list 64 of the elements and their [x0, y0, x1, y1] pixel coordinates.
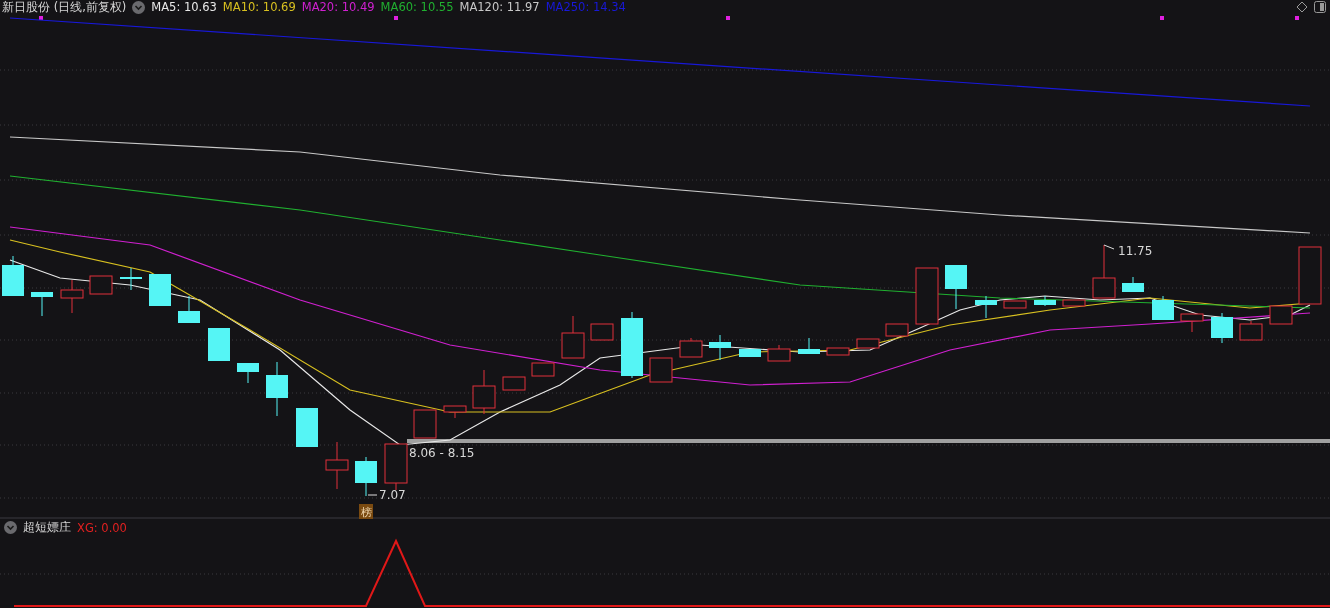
- candlestick: [1269, 305, 1293, 325]
- candlestick: [355, 456, 377, 497]
- candlestick: [2, 255, 24, 297]
- panel-toggle-icon[interactable]: [1314, 1, 1326, 13]
- candlestick: [149, 273, 171, 307]
- candlestick: [1092, 244, 1116, 299]
- candlestick: [502, 376, 526, 391]
- candlestick: [178, 295, 200, 324]
- candlestick: [266, 361, 288, 417]
- candlestick: [296, 407, 318, 448]
- moving-average-value: MA60: 10.55: [380, 0, 454, 14]
- indicator-value: XG: 0.00: [77, 520, 127, 535]
- candlestick: [679, 337, 703, 358]
- candlestick: [709, 334, 731, 361]
- candlestick: [1180, 313, 1204, 333]
- candlestick: [60, 279, 84, 314]
- chevron-down-icon[interactable]: [132, 0, 146, 14]
- candlestick: [621, 311, 643, 379]
- candlestick: [856, 338, 880, 349]
- rank-badge: 榜: [359, 504, 373, 519]
- candlestick: [472, 369, 496, 415]
- low-price-label: 7.07: [379, 488, 406, 502]
- candlestick: [945, 264, 967, 310]
- candlestick: [975, 295, 997, 319]
- candlestick: [798, 337, 820, 355]
- moving-average-value: MA250: 14.34: [545, 0, 626, 14]
- candlestick: [443, 405, 467, 419]
- candlestick: [89, 275, 113, 295]
- candlestick: [1239, 320, 1263, 341]
- moving-average-value: MA5: 10.63: [151, 0, 217, 14]
- chart-title: 新日股份 (日线,前复权): [2, 0, 127, 15]
- price-range-label: 8.06 - 8.15: [409, 446, 475, 460]
- high-price-label: 11.75: [1118, 244, 1153, 258]
- candlestick: [1211, 312, 1233, 344]
- candlestick: [1062, 299, 1086, 307]
- candlestick: [1298, 246, 1322, 305]
- candlestick: [1003, 300, 1027, 309]
- candlestick: [561, 315, 585, 359]
- indicator-title: 超短嫖庄: [23, 520, 71, 535]
- candlestick: [739, 348, 761, 358]
- diamond-icon[interactable]: [1296, 1, 1308, 13]
- candlestick: [31, 291, 53, 317]
- candlestick: [590, 323, 614, 341]
- candlestick: [885, 323, 909, 337]
- leader-line: [1103, 244, 1115, 250]
- moving-average-value: MA20: 10.49: [301, 0, 375, 14]
- leader-line: [367, 494, 378, 496]
- chevron-down-icon[interactable]: [4, 521, 17, 534]
- candlestick: [237, 362, 259, 384]
- candlestick: [325, 441, 349, 490]
- candlestick: [826, 347, 850, 356]
- candlestick: [649, 357, 673, 383]
- moving-average-value: MA120: 11.97: [459, 0, 540, 14]
- candlestick: [384, 443, 408, 491]
- candlestick: [531, 362, 555, 377]
- candlestick: [767, 344, 791, 362]
- candlestick: [413, 409, 437, 439]
- moving-average-value: MA10: 10.69: [222, 0, 296, 14]
- candlestick: [915, 267, 939, 325]
- candlestick: [120, 267, 142, 291]
- candlestick: [208, 327, 230, 362]
- candlestick: [1152, 295, 1174, 321]
- candlestick: [1034, 295, 1056, 307]
- candlestick: [1122, 276, 1144, 293]
